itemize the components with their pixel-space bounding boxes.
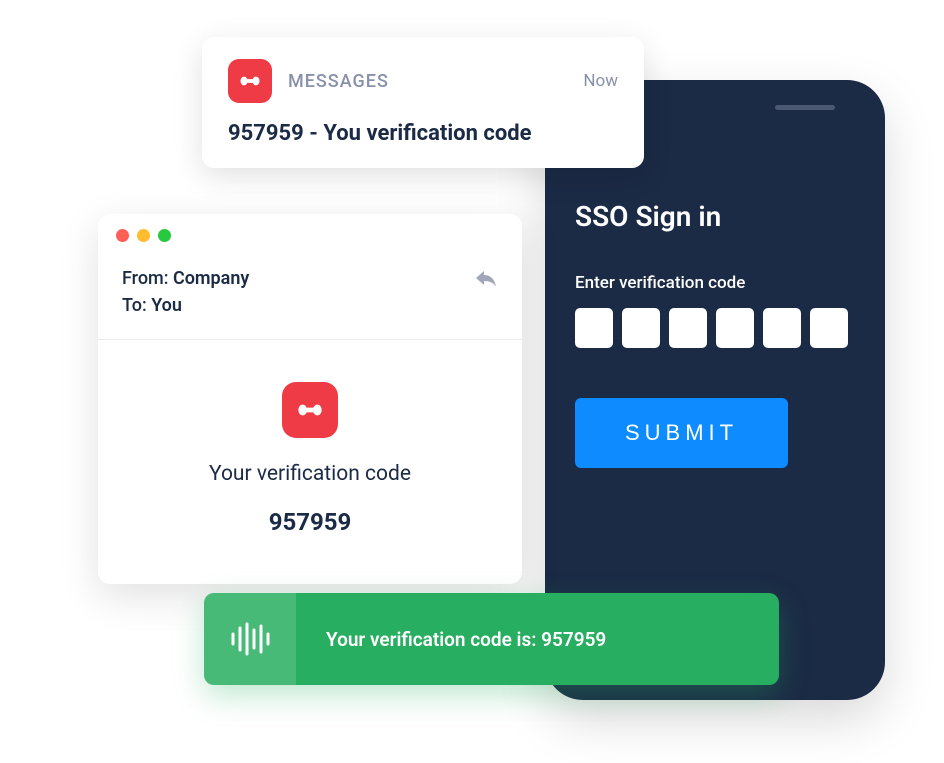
window-controls xyxy=(98,214,522,257)
email-addresses: From: Company To: You xyxy=(122,265,249,319)
to-label: To: xyxy=(122,295,151,316)
reply-icon xyxy=(474,269,498,289)
code-input-1[interactable] xyxy=(575,308,613,348)
verification-label: Enter verification code xyxy=(575,273,855,293)
to-value: You xyxy=(151,295,182,316)
email-body: Your verification code 957959 xyxy=(98,340,522,584)
link-icon xyxy=(294,394,326,426)
code-input-6[interactable] xyxy=(810,308,848,348)
email-title: Your verification code xyxy=(122,462,498,486)
code-input-group xyxy=(575,308,855,348)
sms-notification[interactable]: MESSAGES Now 957959 - You verification c… xyxy=(202,37,644,168)
code-input-3[interactable] xyxy=(669,308,707,348)
close-button[interactable] xyxy=(116,229,129,242)
from-value: Company xyxy=(173,268,249,289)
app-icon xyxy=(228,59,272,103)
code-input-5[interactable] xyxy=(763,308,801,348)
phone-speaker xyxy=(775,105,835,110)
sso-title: SSO Sign in xyxy=(575,200,855,233)
submit-button[interactable]: SUBMIT xyxy=(575,398,788,468)
notification-timestamp: Now xyxy=(583,71,618,91)
from-label: From: xyxy=(122,268,173,289)
minimize-button[interactable] xyxy=(137,229,150,242)
email-header: From: Company To: You xyxy=(98,257,522,340)
email-app-icon xyxy=(282,382,338,438)
notification-header: MESSAGES Now xyxy=(228,59,618,103)
maximize-button[interactable] xyxy=(158,229,171,242)
voice-text: Your verification code is: 957959 xyxy=(296,628,779,651)
app-name: MESSAGES xyxy=(288,71,583,92)
link-icon xyxy=(237,68,263,94)
code-input-4[interactable] xyxy=(716,308,754,348)
reply-button[interactable] xyxy=(474,269,498,293)
voice-notification: Your verification code is: 957959 xyxy=(204,593,779,685)
notification-body: 957959 - You verification code xyxy=(228,121,618,146)
email-window: From: Company To: You Your verification … xyxy=(98,214,522,584)
voice-icon-container xyxy=(204,593,296,685)
code-input-2[interactable] xyxy=(622,308,660,348)
waveform-icon xyxy=(229,622,271,656)
email-code: 957959 xyxy=(122,508,498,536)
